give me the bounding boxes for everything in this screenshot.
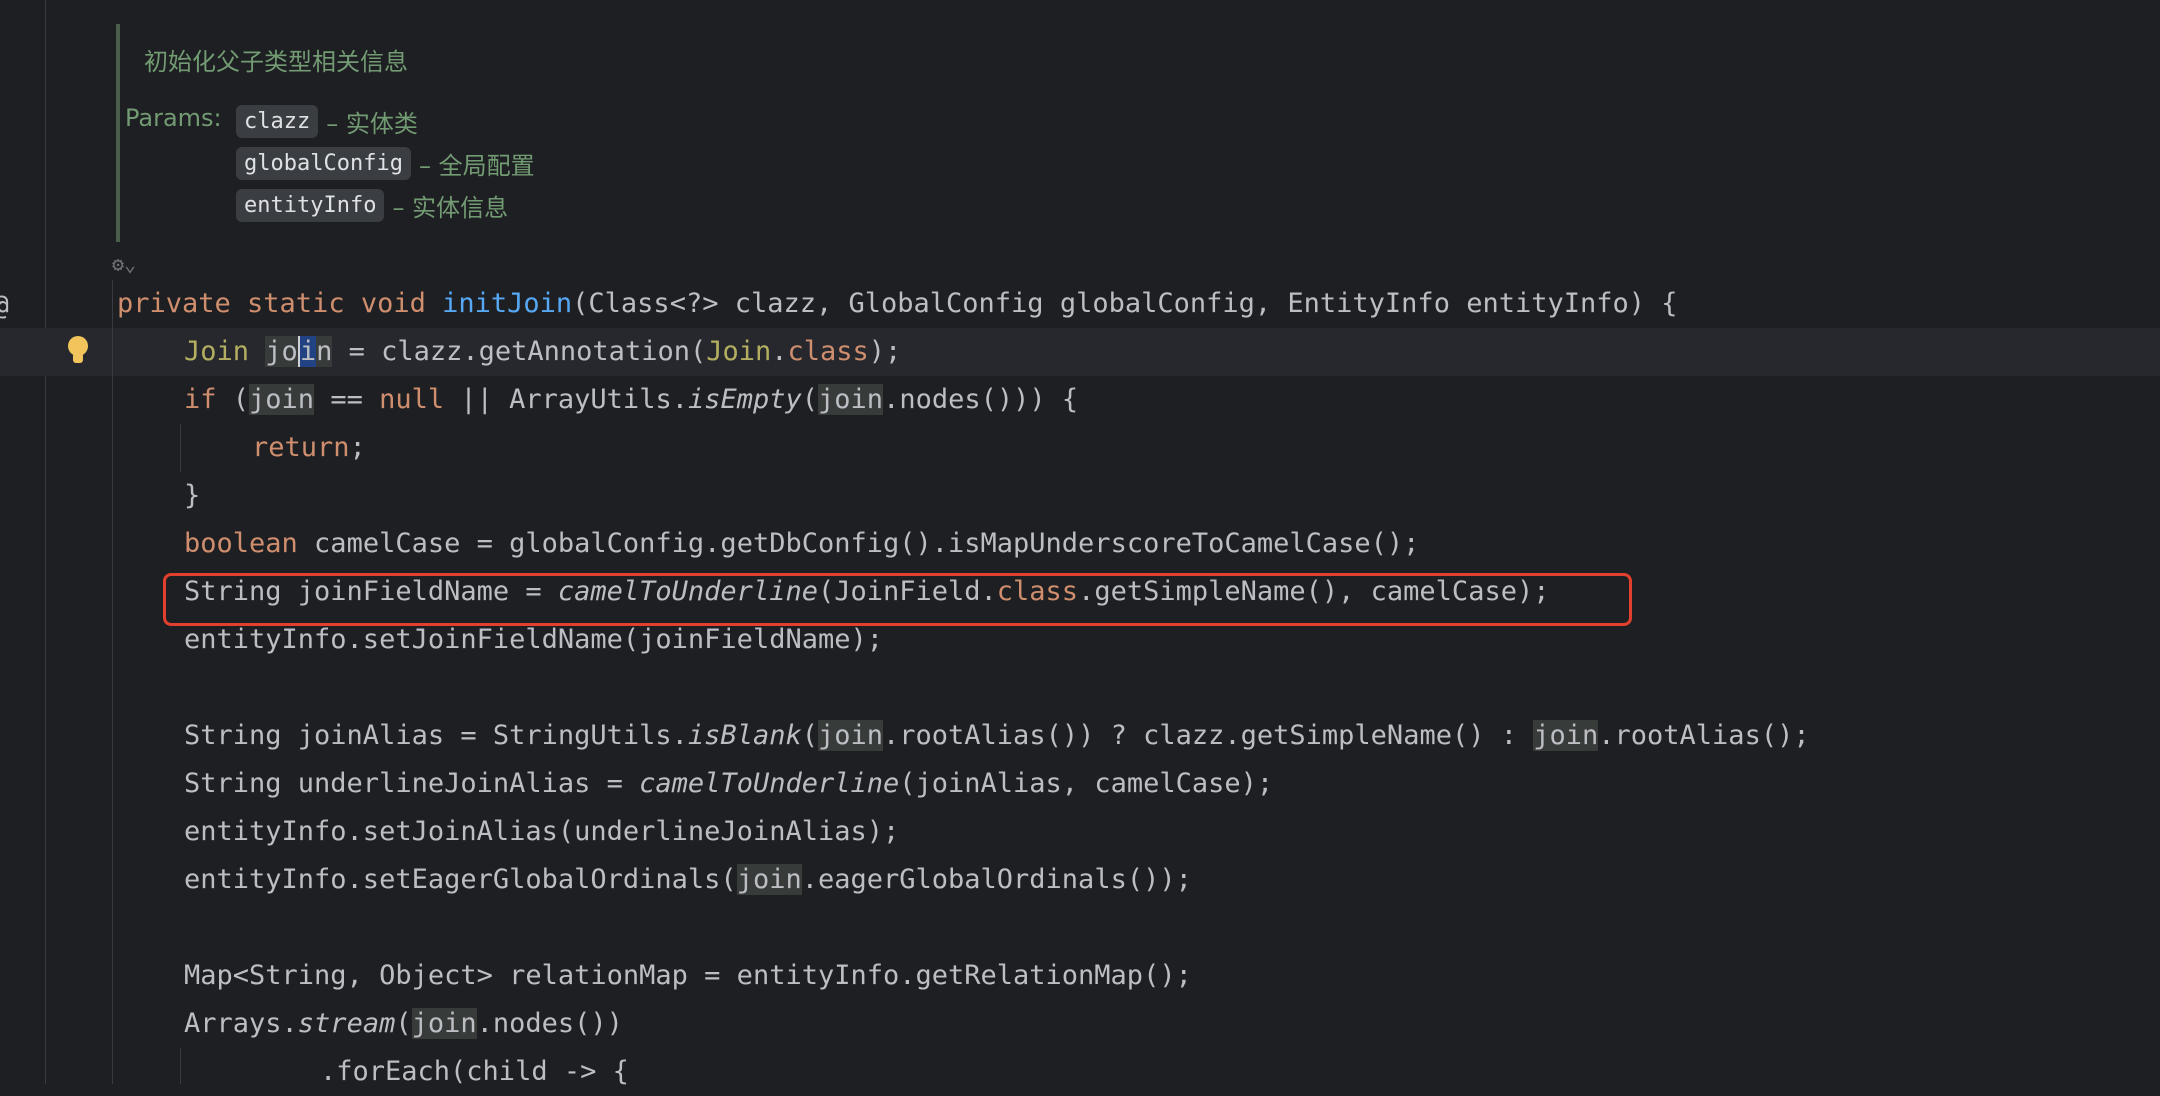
param-description: – 全局配置 bbox=[418, 152, 535, 180]
param-name-chip: entityInfo bbox=[236, 189, 385, 222]
code-line[interactable]: } bbox=[184, 472, 200, 520]
param-description: – 实体信息 bbox=[392, 194, 509, 222]
gutter-divider bbox=[45, 0, 46, 1084]
code-line[interactable]: entityInfo.setJoinFieldName(joinFieldNam… bbox=[184, 616, 883, 664]
toggle-rendered-view-icon[interactable]: ⚙⌄ bbox=[112, 252, 136, 276]
param-name-chip: clazz bbox=[236, 105, 319, 138]
code-line[interactable]: .forEach(child -> { bbox=[320, 1048, 629, 1096]
code-line[interactable]: Arrays.stream(join.nodes()) bbox=[184, 1000, 623, 1048]
indent-guide bbox=[180, 1048, 181, 1084]
code-line[interactable]: return; bbox=[252, 424, 366, 472]
param-description: – 实体类 bbox=[326, 110, 418, 138]
annotation-gutter-icon[interactable]: @ bbox=[0, 288, 9, 321]
code-line[interactable]: String underlineJoinAlias = camelToUnder… bbox=[184, 760, 1273, 808]
param-name-chip: globalConfig bbox=[236, 147, 411, 180]
indent-guide bbox=[112, 280, 113, 1084]
code-line[interactable]: Map<String, Object> relationMap = entity… bbox=[184, 952, 1192, 1000]
indent-guide bbox=[180, 424, 181, 472]
javadoc-params-label: Params: bbox=[125, 104, 222, 132]
javadoc-rendered-block[interactable]: 初始化父子类型相关信息 Params: clazz – 实体类 globalCo… bbox=[116, 24, 535, 242]
code-line[interactable]: Join join = clazz.getAnnotation(Join.cla… bbox=[184, 328, 901, 376]
javadoc-param-row: entityInfo – 实体信息 bbox=[236, 188, 508, 223]
code-line[interactable]: String joinAlias = StringUtils.isBlank(j… bbox=[184, 712, 1810, 760]
javadoc-param-row: clazz – 实体类 bbox=[236, 104, 418, 139]
lightbulb-icon[interactable] bbox=[64, 336, 92, 368]
code-line[interactable]: entityInfo.setEagerGlobalOrdinals(join.e… bbox=[184, 856, 1192, 904]
code-line-signature[interactable]: private static void initJoin(Class<?> cl… bbox=[117, 280, 1678, 328]
text-caret: i bbox=[297, 336, 317, 367]
code-line[interactable]: if (join == null || ArrayUtils.isEmpty(j… bbox=[184, 376, 1078, 424]
javadoc-param-row: globalConfig – 全局配置 bbox=[236, 146, 535, 181]
code-line[interactable]: boolean camelCase = globalConfig.getDbCo… bbox=[184, 520, 1419, 568]
javadoc-summary: 初始化父子类型相关信息 bbox=[144, 48, 408, 76]
code-line[interactable]: entityInfo.setJoinAlias(underlineJoinAli… bbox=[184, 808, 899, 856]
